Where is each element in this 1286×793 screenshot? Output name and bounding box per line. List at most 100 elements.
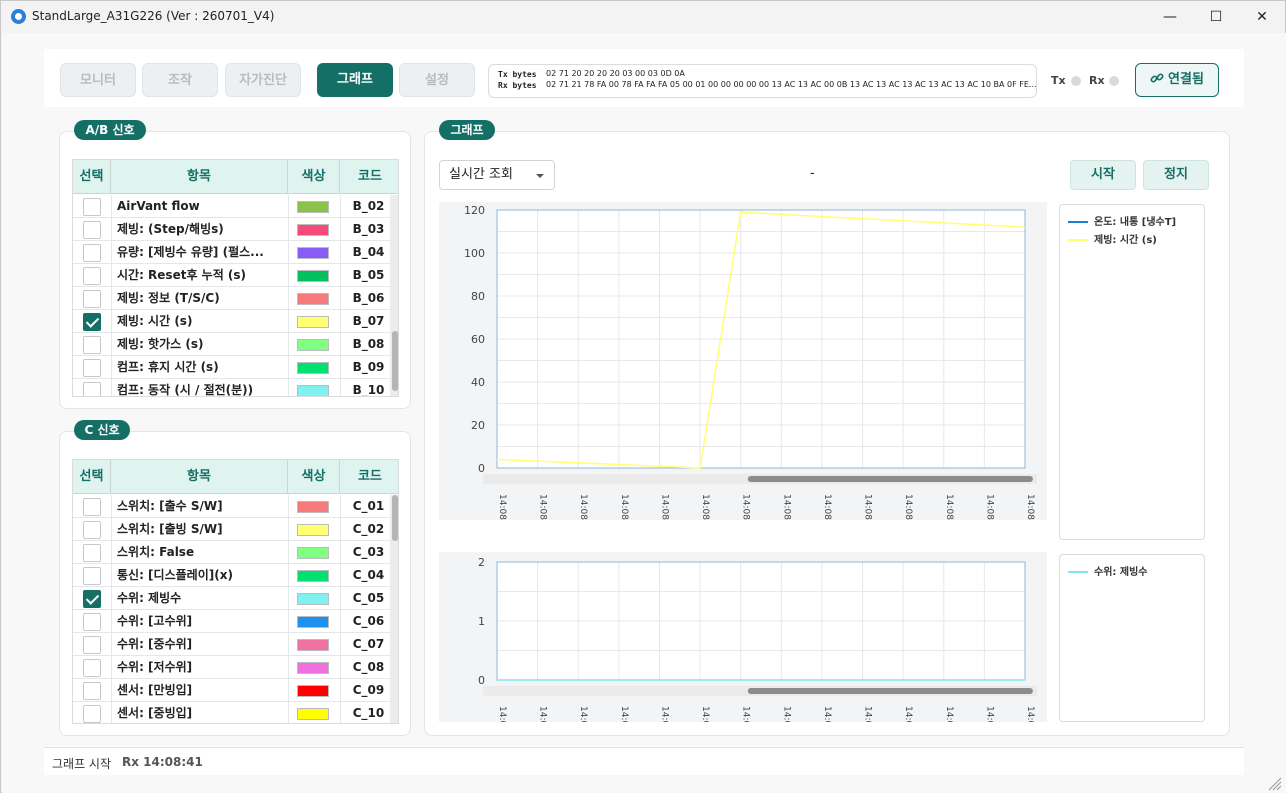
row-checkbox[interactable]	[83, 267, 101, 285]
row-checkbox[interactable]	[83, 221, 101, 239]
minimize-button[interactable]: —	[1147, 1, 1193, 33]
row-color-swatch[interactable]	[297, 501, 329, 513]
row-checkbox[interactable]	[83, 636, 101, 654]
y-tick-label: 2	[478, 556, 485, 569]
lower-chart-legend: 수위: 제빙수	[1059, 554, 1205, 722]
table-row[interactable]: 컴프: 휴지 시간 (s) B_09	[73, 356, 398, 379]
row-checkbox[interactable]	[83, 659, 101, 677]
table-row[interactable]: 수위: 제빙수 C_05	[73, 587, 398, 610]
ab-signal-panel: 선택 항목 색상 코드 AirVant flow B_02 제빙: (Step/해빙…	[59, 131, 411, 409]
row-color-swatch[interactable]	[297, 339, 329, 351]
link-icon	[1150, 73, 1164, 83]
ab-grid-scroll-thumb[interactable]	[392, 331, 398, 391]
header-select: 선택	[73, 160, 111, 194]
tab-self-diagnosis[interactable]: 자가진단	[225, 63, 301, 97]
table-row[interactable]: 유량: [제빙수 유량] (펄스... B_04	[73, 241, 398, 264]
row-checkbox[interactable]	[83, 613, 101, 631]
row-color-swatch[interactable]	[297, 224, 329, 236]
row-color-swatch[interactable]	[297, 593, 329, 605]
table-row[interactable]: 통신: [디스플레이](x) C_04	[73, 564, 398, 587]
row-checkbox[interactable]	[83, 567, 101, 585]
tab-settings[interactable]: 설정	[399, 63, 475, 97]
tab-monitor[interactable]: 모니터	[60, 63, 136, 97]
row-code: B_05	[352, 268, 385, 282]
table-row[interactable]: 센서: [만빙입] C_09	[73, 679, 398, 702]
row-checkbox[interactable]	[83, 682, 101, 700]
row-color-swatch[interactable]	[297, 639, 329, 651]
column-divider	[111, 633, 112, 656]
row-code: B_09	[352, 360, 385, 374]
column-divider	[288, 195, 289, 218]
row-color-swatch[interactable]	[297, 524, 329, 536]
row-color-swatch[interactable]	[297, 570, 329, 582]
column-divider	[111, 495, 112, 518]
table-row[interactable]: 제빙: 시간 (s) B_07	[73, 310, 398, 333]
tx-indicator-label: Tx	[1051, 74, 1066, 87]
start-button[interactable]: 시작	[1070, 160, 1136, 190]
row-color-swatch[interactable]	[297, 247, 329, 259]
close-button[interactable]: ✕	[1239, 1, 1285, 33]
ab-grid-scrollbar[interactable]	[390, 195, 398, 396]
table-row[interactable]: 수위: [중수위] C_07	[73, 633, 398, 656]
column-divider	[111, 287, 112, 310]
connect-button[interactable]: 연결됨	[1135, 63, 1219, 97]
row-color-swatch[interactable]	[297, 293, 329, 305]
stop-button[interactable]: 정지	[1143, 160, 1209, 190]
column-divider	[111, 587, 112, 610]
row-checkbox[interactable]	[83, 544, 101, 562]
header-code: 코드	[358, 169, 382, 184]
row-checkbox[interactable]	[83, 359, 101, 377]
table-row[interactable]: 시간: Reset후 누적 (s) B_05	[73, 264, 398, 287]
legend-swatch	[1068, 239, 1088, 241]
row-checkbox[interactable]	[83, 590, 101, 608]
x-tick-label: 14:08:34	[741, 706, 751, 722]
table-row[interactable]: 제빙: 핫가스 (s) B_08	[73, 333, 398, 356]
row-color-swatch[interactable]	[297, 316, 329, 328]
x-tick-label: 14:08:37	[863, 494, 873, 520]
column-divider	[288, 310, 289, 333]
table-row[interactable]: 수위: [고수위] C_06	[73, 610, 398, 633]
row-checkbox[interactable]	[83, 313, 101, 331]
row-color-swatch[interactable]	[297, 270, 329, 282]
row-code: B_03	[352, 222, 385, 236]
row-item-label: 수위: [고수위]	[117, 614, 193, 628]
table-row[interactable]: 스위치: [출수 S/W] C_01	[73, 495, 398, 518]
table-row[interactable]: 제빙: 정보 (T/S/C) B_06	[73, 287, 398, 310]
row-color-swatch[interactable]	[297, 547, 329, 559]
row-checkbox[interactable]	[83, 498, 101, 516]
row-checkbox[interactable]	[83, 290, 101, 308]
row-checkbox[interactable]	[83, 198, 101, 216]
row-color-swatch[interactable]	[297, 616, 329, 628]
row-checkbox[interactable]	[83, 336, 101, 354]
table-row[interactable]: 스위치: [출빙 S/W] C_02	[73, 518, 398, 541]
row-checkbox[interactable]	[83, 521, 101, 539]
table-row[interactable]: 스위치: False C_03	[73, 541, 398, 564]
c-grid-scroll-thumb[interactable]	[392, 495, 398, 541]
tx-bytes-value: 02 71 20 20 20 20 03 00 03 0D 0A	[546, 69, 685, 78]
row-color-swatch[interactable]	[297, 662, 329, 674]
row-code: C_06	[352, 614, 385, 628]
row-checkbox[interactable]	[83, 382, 101, 396]
table-row[interactable]: 컴프: 동작 (시 / 절전(분)) B_10	[73, 379, 398, 396]
resize-grip-icon[interactable]	[1266, 775, 1282, 791]
row-color-swatch[interactable]	[297, 385, 329, 396]
tab-graph[interactable]: 그래프	[317, 63, 393, 97]
table-row[interactable]: AirVant flow B_02	[73, 195, 398, 218]
row-color-swatch[interactable]	[297, 362, 329, 374]
mode-select[interactable]: 실시간 조회	[439, 160, 555, 190]
row-checkbox[interactable]	[83, 705, 101, 723]
top-toolbar: 모니터 조작 자가진단 그래프 설정 Tx bytes 02 71 20 20 …	[44, 49, 1244, 107]
tab-control[interactable]: 조작	[142, 63, 218, 97]
maximize-button[interactable]: ☐	[1193, 1, 1239, 33]
table-row[interactable]: 제빙: (Step/해빙s) B_03	[73, 218, 398, 241]
y-tick-label: 80	[471, 290, 485, 303]
c-grid-scrollbar[interactable]	[390, 495, 398, 723]
table-row[interactable]: 수위: [저수위] C_08	[73, 656, 398, 679]
row-color-swatch[interactable]	[297, 708, 329, 720]
row-color-swatch[interactable]	[297, 685, 329, 697]
row-checkbox[interactable]	[83, 244, 101, 262]
row-color-swatch[interactable]	[297, 201, 329, 213]
y-tick-label: 0	[478, 674, 485, 687]
table-row[interactable]: 센서: [중빙입] C_10	[73, 702, 398, 723]
tx-bytes-label: Tx bytes	[498, 70, 537, 79]
